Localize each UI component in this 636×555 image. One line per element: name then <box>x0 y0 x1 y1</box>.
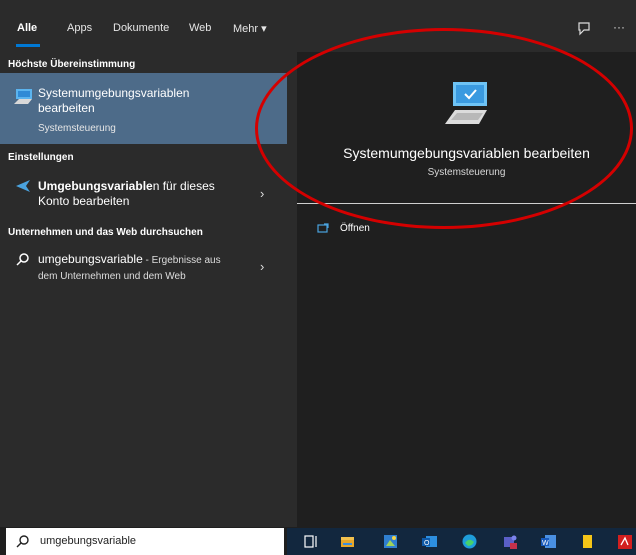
section-settings: Einstellungen <box>8 152 74 163</box>
edge-icon[interactable] <box>462 534 477 549</box>
search-box[interactable]: umgebungsvariable <box>6 528 284 555</box>
acrobat-icon[interactable] <box>617 534 632 549</box>
photos-icon[interactable] <box>383 534 398 549</box>
tab-alle[interactable]: Alle <box>17 22 37 34</box>
tab-mehr[interactable]: Mehr ▾ <box>233 22 267 35</box>
settings-result-bold: Umgebungsvariable <box>38 179 153 193</box>
taskbar: O W <box>287 528 636 555</box>
search-icon <box>16 535 29 548</box>
tab-dokumente[interactable]: Dokumente <box>113 22 169 34</box>
results-pane: Alle Apps Dokumente Web Mehr ▾ Höchste Ü… <box>0 0 287 527</box>
annotation-ellipse <box>255 28 633 229</box>
filter-tabs: Alle Apps Dokumente Web Mehr ▾ <box>0 0 287 52</box>
svg-text:W: W <box>542 540 549 547</box>
word-icon[interactable]: W <box>541 534 556 549</box>
open-icon <box>317 223 329 233</box>
user-env-icon <box>16 180 30 192</box>
tab-apps[interactable]: Apps <box>67 22 92 34</box>
search-input[interactable]: umgebungsvariable <box>40 535 136 547</box>
web-result-item[interactable]: umgebungsvariable - Ergebnisse aus dem U… <box>38 252 238 284</box>
file-explorer-icon[interactable] <box>340 534 355 549</box>
feedback-icon[interactable] <box>578 22 590 36</box>
tab-web[interactable]: Web <box>189 22 211 34</box>
svg-text:O: O <box>424 540 430 547</box>
chevron-right-icon[interactable]: › <box>260 259 264 274</box>
search-icon <box>16 253 29 266</box>
outlook-icon[interactable]: O <box>422 534 437 549</box>
task-view-icon[interactable] <box>304 534 319 549</box>
section-web: Unternehmen und das Web durchsuchen <box>8 227 203 238</box>
system-settings-icon <box>14 89 32 104</box>
best-match-subtitle: Systemsteuerung <box>38 123 116 134</box>
more-icon[interactable]: ··· <box>613 20 625 34</box>
active-tab-indicator <box>16 44 40 47</box>
open-action[interactable]: Öffnen <box>340 223 370 234</box>
best-match-title: Systemumgebungsvariablen bearbeiten <box>38 86 190 115</box>
web-result-query: umgebungsvariable <box>38 252 143 266</box>
notes-icon[interactable] <box>580 534 595 549</box>
chevron-right-icon[interactable]: › <box>260 186 264 201</box>
section-best-match: Höchste Übereinstimmung <box>8 59 136 70</box>
teams-icon[interactable] <box>502 534 517 549</box>
settings-result-item[interactable]: Umgebungsvariablen für dieses Konto bear… <box>38 179 238 209</box>
